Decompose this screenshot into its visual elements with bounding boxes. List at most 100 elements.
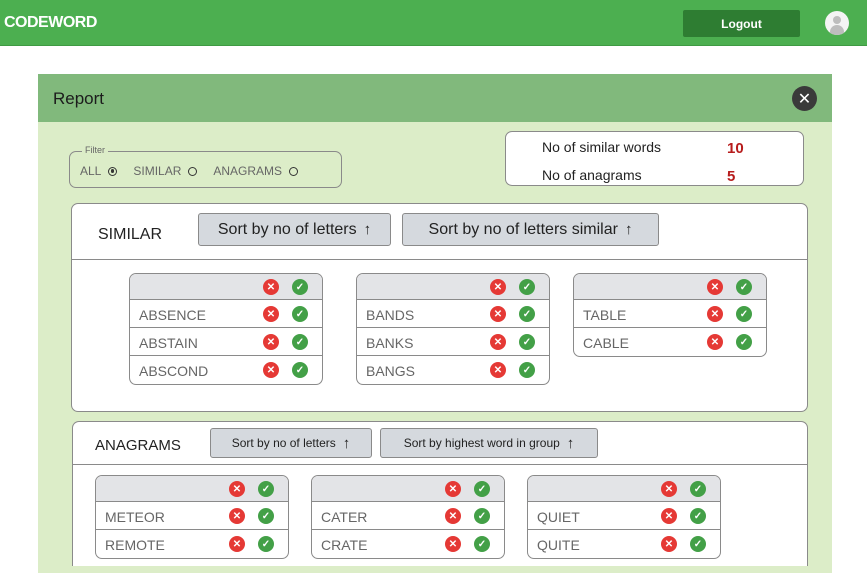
close-icon[interactable]: ✕ <box>792 86 817 111</box>
reject-icon[interactable]: ✕ <box>490 279 506 295</box>
word-group-card: ✕ ✓ METEOR ✕ ✓ REMOTE ✕ ✓ <box>95 475 289 559</box>
similar-sort-letters-button[interactable]: Sort by no of letters ↑ <box>198 213 391 246</box>
filter-all-option[interactable]: ALL <box>80 164 118 178</box>
reject-icon[interactable]: ✕ <box>707 306 723 322</box>
reject-icon[interactable]: ✕ <box>229 481 245 497</box>
stats-box: No of similar words 10 No of anagrams 5 <box>505 131 804 186</box>
accept-icon[interactable]: ✓ <box>292 306 308 322</box>
filter-anagrams-label: ANAGRAMS <box>213 164 283 178</box>
reject-icon[interactable]: ✕ <box>263 362 279 378</box>
reject-icon[interactable]: ✕ <box>490 362 506 378</box>
accept-icon[interactable]: ✓ <box>736 306 752 322</box>
reject-icon[interactable]: ✕ <box>661 536 677 552</box>
sort-highest-label: Sort by highest word in group <box>403 436 560 450</box>
reject-icon[interactable]: ✕ <box>445 536 461 552</box>
word-text: CATER <box>321 509 368 525</box>
filter-legend: Filter <box>82 145 108 155</box>
word-row: METEOR ✕ ✓ <box>96 502 288 530</box>
word-text: REMOTE <box>105 537 165 553</box>
accept-icon[interactable]: ✓ <box>292 362 308 378</box>
word-row: BANKS ✕ ✓ <box>357 328 549 356</box>
anagrams-title: ANAGRAMS <box>95 437 181 454</box>
word-row: ABSCOND ✕ ✓ <box>130 356 322 384</box>
word-group-header: ✕ ✓ <box>357 274 549 300</box>
reject-icon[interactable]: ✕ <box>229 536 245 552</box>
reject-icon[interactable]: ✕ <box>490 334 506 350</box>
similar-count-label: No of similar words <box>542 139 662 155</box>
filter-similar-option[interactable]: SIMILAR <box>133 164 198 178</box>
reject-icon[interactable]: ✕ <box>661 481 677 497</box>
reject-icon[interactable]: ✕ <box>229 508 245 524</box>
similar-sort-similar-button[interactable]: Sort by no of letters similar ↑ <box>402 213 659 246</box>
sort-arrow-up-icon: ↑ <box>342 434 351 452</box>
filter-anagrams-option[interactable]: ANAGRAMS <box>213 164 299 178</box>
accept-icon[interactable]: ✓ <box>292 334 308 350</box>
anagrams-section: ANAGRAMS Sort by no of letters ↑ Sort by… <box>72 421 808 566</box>
sort-arrow-up-icon: ↑ <box>363 221 372 238</box>
reject-icon[interactable]: ✕ <box>661 508 677 524</box>
word-group-header: ✕ ✓ <box>574 274 766 300</box>
word-text: CRATE <box>321 537 368 553</box>
anagram-count-label: No of anagrams <box>542 167 642 183</box>
similar-section: SIMILAR Sort by no of letters ↑ Sort by … <box>71 203 808 412</box>
filter-similar-radio[interactable] <box>188 166 198 176</box>
word-group-header: ✕ ✓ <box>312 476 504 502</box>
anagrams-sort-letters-button[interactable]: Sort by no of letters ↑ <box>210 428 372 458</box>
similar-title: SIMILAR <box>98 226 163 243</box>
word-text: BANKS <box>366 335 414 351</box>
word-row: TABLE ✕ ✓ <box>574 300 766 328</box>
accept-icon[interactable]: ✓ <box>258 481 274 497</box>
word-text: ABSTAIN <box>139 335 198 351</box>
word-group-header: ✕ ✓ <box>130 274 322 300</box>
report-header: Report ✕ <box>38 74 832 122</box>
accept-icon[interactable]: ✓ <box>519 334 535 350</box>
accept-icon[interactable]: ✓ <box>474 536 490 552</box>
accept-icon[interactable]: ✓ <box>690 481 706 497</box>
filter-all-radio[interactable] <box>108 166 118 176</box>
accept-icon[interactable]: ✓ <box>258 508 274 524</box>
accept-icon[interactable]: ✓ <box>736 334 752 350</box>
accept-icon[interactable]: ✓ <box>292 279 308 295</box>
filter-anagrams-radio[interactable] <box>289 166 299 176</box>
reject-icon[interactable]: ✕ <box>445 508 461 524</box>
accept-icon[interactable]: ✓ <box>519 362 535 378</box>
word-group-card: ✕ ✓ CATER ✕ ✓ CRATE ✕ ✓ <box>311 475 505 559</box>
reject-icon[interactable]: ✕ <box>445 481 461 497</box>
word-text: BANDS <box>366 307 415 323</box>
accept-icon[interactable]: ✓ <box>519 279 535 295</box>
word-group-card: ✕ ✓ QUIET ✕ ✓ QUITE ✕ ✓ <box>527 475 721 559</box>
word-row: CATER ✕ ✓ <box>312 502 504 530</box>
anagram-count-value: 5 <box>727 168 736 185</box>
similar-count-value: 10 <box>727 140 744 157</box>
accept-icon[interactable]: ✓ <box>474 508 490 524</box>
top-bar: CODEWORD Logout <box>0 0 867 46</box>
reject-icon[interactable]: ✕ <box>707 279 723 295</box>
word-group-card: ✕ ✓ TABLE ✕ ✓ CABLE ✕ ✓ <box>573 273 767 357</box>
word-group-card: ✕ ✓ BANDS ✕ ✓ BANKS ✕ ✓ BANGS ✕ ✓ <box>356 273 550 385</box>
word-group-header: ✕ ✓ <box>96 476 288 502</box>
logout-button[interactable]: Logout <box>683 10 800 37</box>
accept-icon[interactable]: ✓ <box>690 536 706 552</box>
accept-icon[interactable]: ✓ <box>474 481 490 497</box>
sort-letters-label: Sort by no of letters <box>231 436 336 450</box>
sort-arrow-up-icon: ↑ <box>566 434 575 452</box>
word-row: QUITE ✕ ✓ <box>528 530 720 558</box>
sort-letters-label: Sort by no of letters <box>217 220 357 238</box>
reject-icon[interactable]: ✕ <box>263 279 279 295</box>
anagrams-sort-highest-button[interactable]: Sort by highest word in group ↑ <box>380 428 598 458</box>
reject-icon[interactable]: ✕ <box>490 306 506 322</box>
accept-icon[interactable]: ✓ <box>258 536 274 552</box>
reject-icon[interactable]: ✕ <box>263 306 279 322</box>
reject-icon[interactable]: ✕ <box>263 334 279 350</box>
word-row: BANDS ✕ ✓ <box>357 300 549 328</box>
word-text: QUIET <box>537 509 580 525</box>
reject-icon[interactable]: ✕ <box>707 334 723 350</box>
word-text: TABLE <box>583 307 627 323</box>
accept-icon[interactable]: ✓ <box>736 279 752 295</box>
accept-icon[interactable]: ✓ <box>690 508 706 524</box>
user-avatar-icon[interactable] <box>825 11 849 35</box>
word-text: ABSENCE <box>139 307 206 323</box>
report-title: Report <box>53 89 105 108</box>
app-brand: CODEWORD <box>4 14 97 31</box>
accept-icon[interactable]: ✓ <box>519 306 535 322</box>
